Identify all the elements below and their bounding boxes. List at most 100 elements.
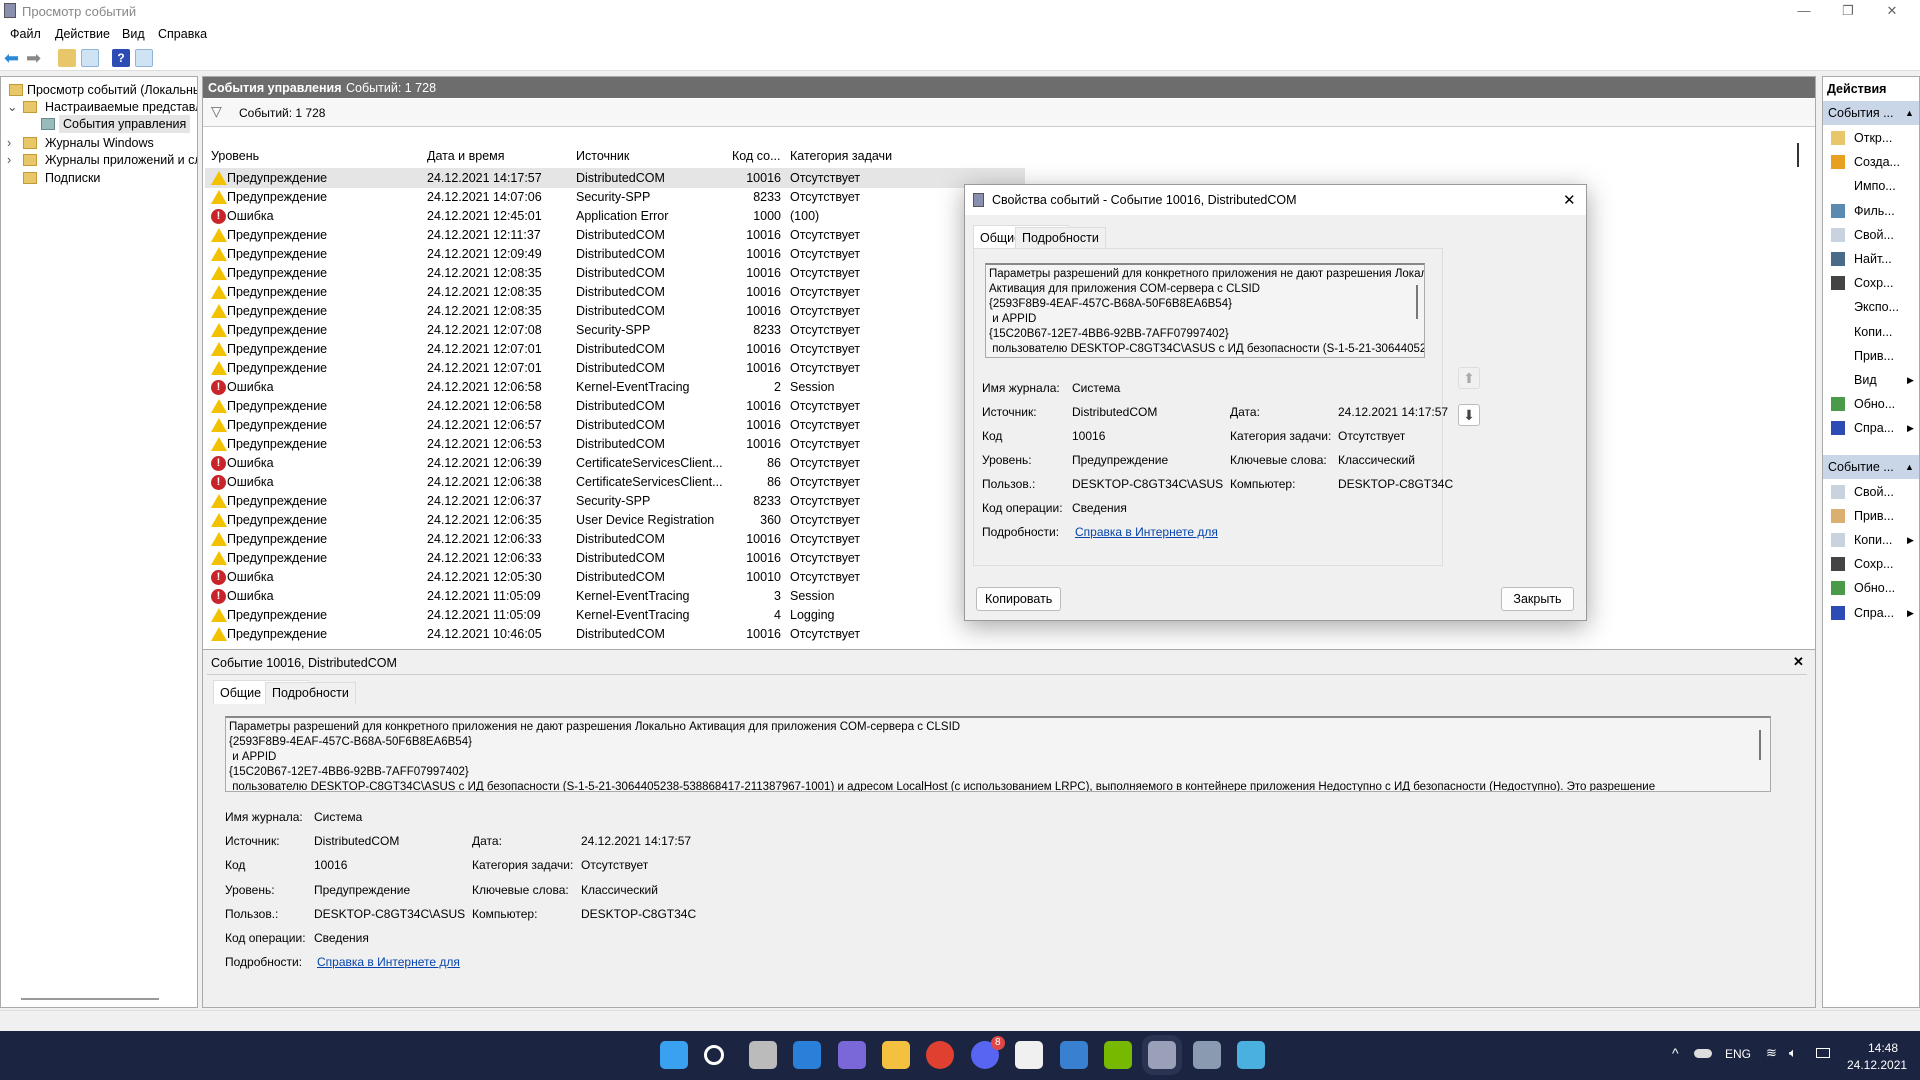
search-icon[interactable] [704,1045,725,1065]
clock-time[interactable]: 14:48 [1868,1041,1898,1055]
battery-icon[interactable] [1816,1048,1830,1058]
online-help-link[interactable]: Справка в Интернете для [1075,525,1218,539]
tree-item[interactable]: › Журналы Windows [1,134,197,152]
expand-arrow-icon[interactable]: › [7,134,11,152]
dialog-description[interactable]: Параметры разрешений для конкретного при… [985,263,1425,358]
tree-item[interactable]: › Журналы приложений и служб [1,151,197,169]
table-scrollbar[interactable] [1797,143,1799,167]
table-row[interactable]: Предупреждение 24.12.2021 12:06:58 Distrib… [205,397,1025,416]
action-item[interactable]: Спра... ▶ [1823,416,1919,440]
show-hide-actions-icon[interactable] [135,49,153,67]
store-icon[interactable] [1015,1041,1044,1069]
start-icon[interactable] [660,1041,688,1069]
action-item[interactable]: Сохр... [1823,552,1919,576]
table-row[interactable]: Предупреждение 24.12.2021 12:06:35 User De… [205,511,1025,530]
column-level[interactable]: Уровень [211,149,259,163]
collapse-icon[interactable]: ▲ [1905,455,1914,479]
table-row[interactable]: ! Ошибка 24.12.2021 12:06:39 CertificateSer… [205,454,1025,473]
chrome-icon[interactable] [926,1041,955,1069]
table-row[interactable]: Предупреждение 24.12.2021 12:06:53 Distrib… [205,435,1025,454]
settings-icon[interactable] [1192,1041,1221,1069]
menu-help[interactable]: Справка [158,27,207,41]
table-row[interactable]: ! Ошибка 24.12.2021 12:05:30 DistributedCOM… [205,568,1025,587]
clock-date[interactable]: 24.12.2021 [1847,1058,1907,1072]
tree-horizontal-scrollbar[interactable] [21,998,159,1000]
table-row[interactable]: Предупреждение 24.12.2021 10:46:05 Distrib… [205,625,1025,644]
event-viewer-icon[interactable] [1148,1041,1177,1069]
action-item[interactable]: Созда... [1823,150,1919,174]
copy-button[interactable]: Копировать [976,587,1062,611]
menu-view[interactable]: Вид [122,27,145,41]
action-group-header[interactable]: Событие ... ▲ [1823,454,1919,479]
action-item[interactable]: Экспо... [1823,295,1919,319]
action-item[interactable]: Вид ▶ [1823,368,1919,392]
table-row[interactable]: Предупреждение 24.12.2021 14:17:57 Distrib… [205,169,1025,188]
volume-icon[interactable]: 🔈︎ [1789,1045,1797,1061]
up-folder-icon[interactable] [58,49,76,67]
preview-description[interactable]: Параметры разрешений для конкретного при… [225,716,1771,792]
table-row[interactable]: ! Ошибка 24.12.2021 12:06:38 CertificateSer… [205,473,1025,492]
tree-item[interactable]: Подписки [1,169,197,187]
table-row[interactable]: Предупреждение 24.12.2021 12:09:49 Distrib… [205,245,1025,264]
tree-item[interactable]: Просмотр событий (Локальный) [1,81,197,99]
menu-file[interactable]: Файл [10,27,41,41]
minimize-button[interactable]: — [1782,0,1826,22]
dialog-close-icon[interactable]: ✕ [1563,191,1576,209]
widgets-icon[interactable] [793,1041,822,1069]
online-help-link[interactable]: Справка в Интернете для [317,955,460,969]
action-item[interactable]: Обно... [1823,576,1919,600]
preview-tab-details[interactable]: Подробности [265,682,356,704]
table-row[interactable]: Предупреждение 24.12.2021 12:06:33 Distrib… [205,530,1025,549]
action-item[interactable]: Свой... [1823,223,1919,247]
description-scrollbar[interactable] [1759,730,1761,760]
previous-event-icon[interactable]: ⬆ [1458,367,1480,389]
menu-action[interactable]: Действие [55,27,110,41]
table-row[interactable]: ! Ошибка 24.12.2021 12:06:58 Kernel-EventTr… [205,378,1025,397]
action-item[interactable]: Свой... [1823,480,1919,504]
help-icon[interactable]: ? [112,49,130,67]
tray-overflow-icon[interactable]: ^ [1672,1045,1679,1061]
preview-close-icon[interactable]: ✕ [1793,654,1804,670]
action-group-header[interactable]: События ... ▲ [1823,101,1919,125]
action-item[interactable]: Прив... [1823,344,1919,368]
wifi-icon[interactable]: ≋ [1766,1045,1777,1061]
table-row[interactable]: ! Ошибка 24.12.2021 11:05:09 Kernel-EventTr… [205,587,1025,606]
action-item[interactable]: Обно... [1823,392,1919,416]
column-date[interactable]: Дата и время [427,149,505,163]
table-row[interactable]: Предупреждение 24.12.2021 12:06:33 Distrib… [205,549,1025,568]
tree-item[interactable]: ⌄ Настраиваемые представления [1,98,197,116]
discord-icon[interactable]: 8 [970,1036,1005,1069]
action-item[interactable]: Прив... [1823,504,1919,528]
next-event-icon[interactable]: ⬇ [1458,404,1480,426]
action-item[interactable]: Спра... ▶ [1823,601,1919,625]
show-hide-tree-icon[interactable] [81,49,99,67]
action-item[interactable]: Импо... [1823,174,1919,198]
table-row[interactable]: ! Ошибка 24.12.2021 12:45:01 Application Er… [205,207,1025,226]
dialog-close-button[interactable]: Закрыть [1501,587,1574,611]
dialog-description-scrollbar[interactable] [1416,285,1418,319]
table-row[interactable]: Предупреждение 24.12.2021 14:07:06 Securit… [205,188,1025,207]
action-item[interactable]: Филь... [1823,199,1919,223]
close-button[interactable]: ✕ [1870,0,1914,22]
action-item[interactable]: Копи... [1823,320,1919,344]
tree-item[interactable]: События управления [1,115,197,133]
action-item[interactable]: Сохр... [1823,271,1919,295]
table-row[interactable]: Предупреждение 24.12.2021 12:08:35 Distrib… [205,302,1025,321]
expand-arrow-icon[interactable]: ⌄ [7,98,17,116]
table-row[interactable]: Предупреждение 24.12.2021 12:07:01 Distrib… [205,359,1025,378]
dialog-tab-details[interactable]: Подробности [1015,227,1106,249]
language-indicator[interactable]: ENG [1725,1047,1751,1061]
forward-icon[interactable]: ➡ [26,49,44,67]
teams-chat-icon[interactable] [837,1041,866,1069]
table-row[interactable]: Предупреждение 24.12.2021 12:06:37 Securit… [205,492,1025,511]
file-explorer-icon[interactable] [882,1041,910,1069]
action-item[interactable]: Копи... ▶ [1823,528,1919,552]
paint-icon[interactable] [1237,1041,1266,1069]
table-row[interactable]: Предупреждение 24.12.2021 12:07:08 Securit… [205,321,1025,340]
task-view-icon[interactable] [748,1041,777,1069]
table-row[interactable]: Предупреждение 24.12.2021 12:11:37 Distrib… [205,226,1025,245]
expand-arrow-icon[interactable]: › [7,151,11,169]
action-item[interactable]: Откр... [1823,126,1919,150]
maximize-button[interactable]: ❐ [1826,0,1870,22]
collapse-icon[interactable]: ▲ [1905,101,1914,125]
